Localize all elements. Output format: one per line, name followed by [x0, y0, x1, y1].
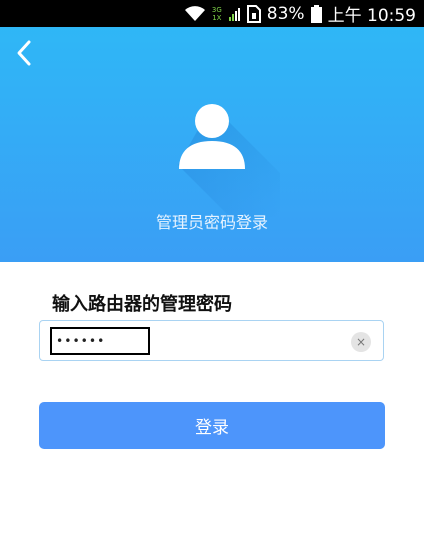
- clock: 上午 10:59: [327, 6, 416, 26]
- signal-icon: [228, 6, 241, 22]
- clear-button[interactable]: ×: [351, 332, 371, 352]
- sim-icon: [246, 4, 261, 23]
- network-bottom-label: 1X: [212, 13, 222, 22]
- battery-percent: 83%: [266, 3, 305, 24]
- password-input[interactable]: [50, 327, 150, 355]
- network-top-label: 3G: [211, 5, 222, 14]
- login-button[interactable]: 登录: [39, 402, 385, 449]
- password-label: 输入路由器的管理密码: [52, 294, 232, 315]
- status-bar: 3G 1X 83% 上午 10:59: [0, 0, 424, 27]
- battery-icon: [310, 4, 322, 23]
- avatar: [170, 97, 280, 217]
- close-icon: ×: [355, 335, 367, 349]
- chevron-left-icon: [14, 39, 34, 71]
- back-button[interactable]: [6, 37, 42, 73]
- user-icon: [178, 104, 280, 217]
- network-type: 3G 1X: [212, 6, 223, 22]
- header-banner: 管理员密码登录: [0, 27, 424, 262]
- password-field-container: ×: [39, 320, 384, 361]
- wifi-icon: [184, 5, 206, 22]
- page-title: 管理员密码登录: [155, 213, 268, 232]
